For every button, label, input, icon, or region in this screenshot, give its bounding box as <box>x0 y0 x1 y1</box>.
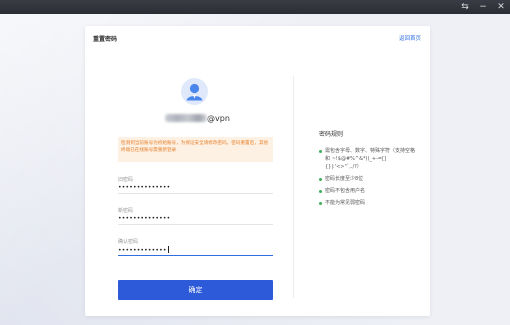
new-password-label: 新密码 <box>118 208 134 214</box>
new-password-input[interactable]: •••••••••••••• <box>118 215 273 225</box>
confirm-password-value: ••••••••••••• <box>118 247 167 254</box>
page-title: 重置密码 <box>93 36 118 43</box>
password-rules: 密码规则 需包含字母、数字、特殊字符（支持空格和 ~!$@#%^&*()_+-=… <box>319 129 419 211</box>
window-titlebar: ⇆ − ✕ <box>0 0 510 14</box>
rule-item: 密码不包含用户名 <box>319 187 419 195</box>
close-icon[interactable]: ✕ <box>496 1 506 13</box>
text-caret <box>167 246 169 253</box>
blurred-username <box>165 114 207 122</box>
username-suffix: @vpn <box>207 114 230 123</box>
rules-title: 密码规则 <box>319 131 344 138</box>
old-password-field[interactable]: 旧密码 •••••••••••••• <box>118 176 273 194</box>
back-to-home-link[interactable]: 返回首页 <box>399 34 421 42</box>
warning-notice: 检测到当前账号为初始账号，为保证安全请修改密码。密码重置后，其他终端已在线账号需… <box>118 137 273 162</box>
minimize-icon[interactable]: − <box>478 1 488 13</box>
avatar <box>181 78 208 105</box>
confirm-password-input[interactable]: ••••••••••••• <box>118 246 273 256</box>
confirm-button[interactable]: 确定 <box>118 280 273 300</box>
rule-item: 不能为常见弱密码 <box>319 199 419 207</box>
confirm-password-field[interactable]: 确认密码 ••••••••••••• <box>118 238 273 256</box>
user-icon <box>186 83 203 101</box>
old-password-input[interactable]: •••••••••••••• <box>118 184 273 194</box>
rule-item: 需包含字母、数字、特殊字符（支持空格和 ~!$@#%^&*()_+-=[]{}|… <box>319 147 419 171</box>
swap-icon[interactable]: ⇆ <box>460 1 470 13</box>
divider <box>293 76 294 298</box>
confirm-password-label: 确认密码 <box>118 239 139 245</box>
old-password-label: 旧密码 <box>118 177 134 183</box>
username: @vpn <box>165 114 230 123</box>
window-controls: ⇆ − ✕ <box>460 1 506 13</box>
reset-password-card: 重置密码 返回首页 @vpn 检测到当前账号为初始账号，为保证安全请修改密码。密… <box>85 26 430 316</box>
rule-item: 密码长度至少8位 <box>319 175 419 183</box>
new-password-field[interactable]: 新密码 •••••••••••••• <box>118 207 273 225</box>
